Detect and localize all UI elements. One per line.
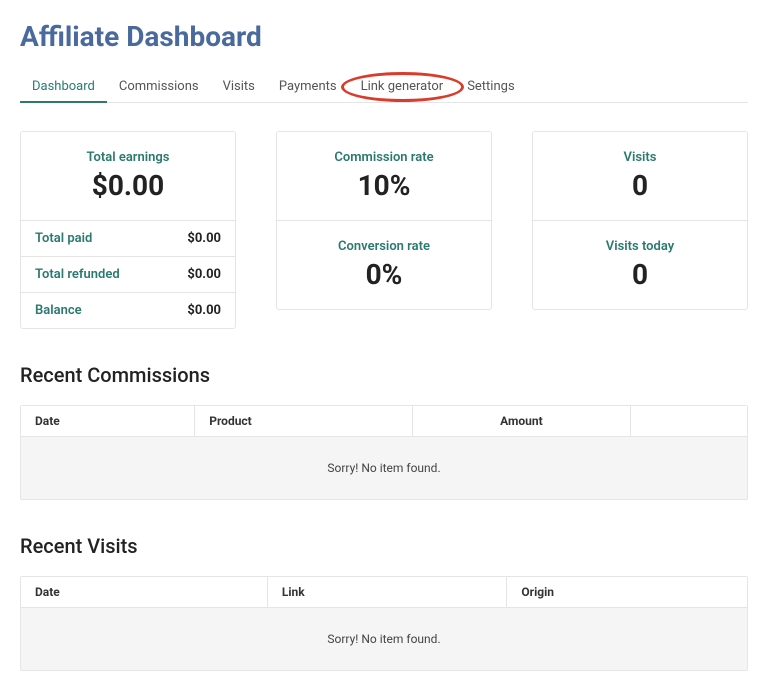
- tab-link-generator[interactable]: Link generator: [349, 71, 456, 102]
- tab-visits[interactable]: Visits: [211, 71, 267, 102]
- tab-settings[interactable]: Settings: [455, 71, 526, 102]
- card-visits: Visits 0 Visits today 0: [532, 131, 748, 310]
- section-title-visits: Recent Visits: [20, 534, 748, 558]
- balance-label: Balance: [35, 303, 82, 318]
- col-date: Date: [21, 577, 268, 607]
- row-total-refunded: Total refunded $0.00: [21, 256, 235, 292]
- tab-payments[interactable]: Payments: [267, 71, 349, 102]
- total-earnings-value: $0.00: [31, 169, 225, 202]
- total-paid-value: $0.00: [187, 231, 221, 246]
- tab-dashboard[interactable]: Dashboard: [20, 71, 107, 102]
- total-earnings-label: Total earnings: [31, 150, 225, 165]
- col-date: Date: [21, 406, 195, 436]
- total-refunded-label: Total refunded: [35, 267, 120, 282]
- col-origin: Origin: [507, 577, 747, 607]
- visits-today-value: 0: [543, 258, 737, 291]
- col-amount: Amount: [413, 406, 631, 436]
- card-earnings: Total earnings $0.00 Total paid $0.00 To…: [20, 131, 236, 329]
- row-balance: Balance $0.00: [21, 292, 235, 328]
- card-rates: Commission rate 10% Conversion rate 0%: [276, 131, 492, 310]
- row-total-paid: Total paid $0.00: [21, 220, 235, 256]
- visits-label: Visits: [543, 150, 737, 165]
- page-title: Affiliate Dashboard: [20, 20, 748, 53]
- conversion-rate-label: Conversion rate: [287, 239, 481, 254]
- total-refunded-value: $0.00: [187, 267, 221, 282]
- commission-rate-value: 10%: [287, 169, 481, 202]
- total-paid-label: Total paid: [35, 231, 92, 246]
- col-product: Product: [195, 406, 413, 436]
- commissions-empty-message: Sorry! No item found.: [21, 436, 747, 499]
- col-actions: [631, 406, 747, 436]
- col-link: Link: [268, 577, 508, 607]
- balance-value: $0.00: [187, 303, 221, 318]
- visits-today-label: Visits today: [543, 239, 737, 254]
- table-recent-commissions: Date Product Amount Sorry! No item found…: [20, 405, 748, 500]
- commission-rate-label: Commission rate: [287, 150, 481, 165]
- table-recent-visits: Date Link Origin Sorry! No item found.: [20, 576, 748, 671]
- visits-empty-message: Sorry! No item found.: [21, 607, 747, 670]
- tab-bar: Dashboard Commissions Visits Payments Li…: [20, 71, 748, 103]
- section-title-commissions: Recent Commissions: [20, 363, 748, 387]
- visits-value: 0: [543, 169, 737, 202]
- tab-commissions[interactable]: Commissions: [107, 71, 211, 102]
- conversion-rate-value: 0%: [287, 258, 481, 291]
